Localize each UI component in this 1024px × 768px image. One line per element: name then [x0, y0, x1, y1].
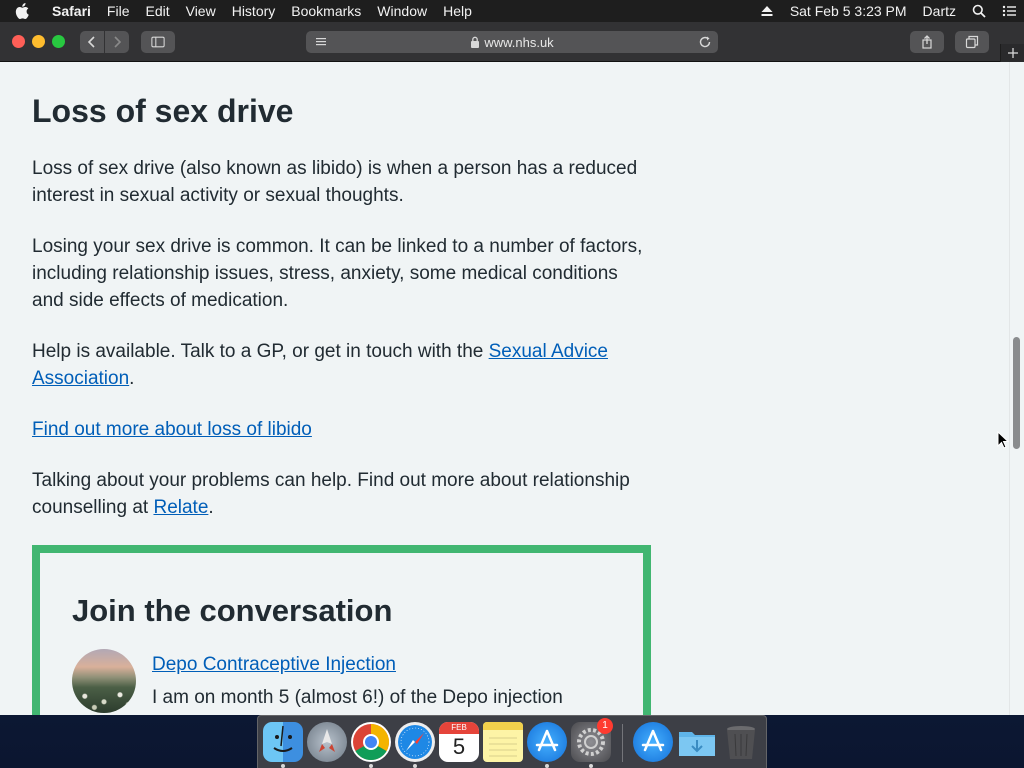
chrome-icon[interactable]	[351, 722, 391, 762]
settings-badge: 1	[597, 718, 613, 734]
web-page: Loss of sex drive Loss of sex drive (als…	[0, 62, 1024, 715]
relate-link[interactable]: Relate	[153, 497, 208, 518]
downloads-folder-icon[interactable]	[677, 722, 717, 762]
help-text-end: .	[129, 368, 135, 389]
eject-icon[interactable]	[752, 4, 782, 18]
app-store-icon[interactable]	[527, 722, 567, 762]
menu-clock[interactable]: Sat Feb 5 3:23 PM	[782, 3, 915, 19]
url-text: www.nhs.uk	[484, 34, 554, 50]
calendar-month: FEB	[439, 722, 479, 734]
paragraph-help: Help is available. Talk to a GP, or get …	[32, 338, 644, 392]
tabs-icon	[965, 35, 979, 49]
conversation-heading: Join the conversation	[72, 593, 393, 628]
finder-icon[interactable]	[263, 722, 303, 762]
menu-edit[interactable]: Edit	[137, 0, 177, 22]
menu-bar: Safari File Edit View History Bookmarks …	[0, 0, 1024, 22]
paragraph-counselling: Talking about your problems can help. Fi…	[32, 467, 644, 521]
scrollbar-thumb[interactable]	[1013, 337, 1020, 449]
new-tab-button[interactable]	[1000, 44, 1024, 62]
find-out-more-libido-link[interactable]: Find out more about loss of libido	[32, 419, 312, 440]
forward-button[interactable]	[105, 31, 129, 53]
menu-app-name[interactable]: Safari	[44, 0, 99, 22]
calendar-day: 5	[452, 734, 466, 759]
spotlight-search-icon[interactable]	[964, 4, 994, 18]
menu-user[interactable]: Dartz	[915, 3, 964, 19]
reader-view-icon[interactable]	[314, 35, 328, 49]
conversation-avatar	[72, 649, 136, 713]
apple-menu-icon[interactable]	[0, 3, 44, 19]
sidebar-icon	[151, 36, 165, 48]
browser-toolbar: www.nhs.uk	[0, 22, 1024, 62]
safari-icon[interactable]	[395, 722, 435, 762]
chevron-right-icon	[114, 36, 122, 48]
share-button[interactable]	[910, 31, 944, 53]
reload-icon[interactable]	[698, 35, 712, 49]
window-fullscreen-button[interactable]	[52, 35, 65, 48]
calendar-icon[interactable]: FEB 5	[439, 722, 479, 762]
menu-help[interactable]: Help	[435, 0, 480, 22]
paragraph-more: Find out more about loss of libido	[32, 416, 644, 443]
launchpad-icon[interactable]	[307, 722, 347, 762]
section-heading: Loss of sex drive	[32, 93, 294, 129]
notes-icon[interactable]	[483, 722, 523, 762]
share-icon	[922, 35, 932, 49]
window-minimize-button[interactable]	[32, 35, 45, 48]
address-bar[interactable]: www.nhs.uk	[306, 31, 718, 53]
menu-file[interactable]: File	[99, 0, 138, 22]
join-conversation-panel: Join the conversation Depo Contraceptive…	[32, 545, 651, 715]
app-store-downloads-icon[interactable]	[633, 722, 673, 762]
chevron-left-icon	[87, 36, 95, 48]
plus-icon	[1007, 48, 1018, 58]
sidebar-toggle-button[interactable]	[141, 31, 175, 53]
counselling-text: Talking about your problems can help. Fi…	[32, 470, 630, 518]
menu-window[interactable]: Window	[369, 0, 435, 22]
notification-center-icon[interactable]	[994, 4, 1024, 18]
back-button[interactable]	[80, 31, 104, 53]
tab-overview-button[interactable]	[955, 31, 989, 53]
window-close-button[interactable]	[12, 35, 25, 48]
paragraph-definition: Loss of sex drive (also known as libido)…	[32, 158, 638, 206]
dock-separator	[622, 724, 623, 762]
menu-history[interactable]: History	[224, 0, 284, 22]
menu-bookmarks[interactable]: Bookmarks	[283, 0, 369, 22]
counselling-text-end: .	[208, 497, 214, 518]
menu-view[interactable]: View	[178, 0, 224, 22]
trash-icon[interactable]	[721, 722, 761, 762]
dock: FEB 5 1	[257, 715, 767, 768]
conversation-excerpt: I am on month 5 (almost 6!) of the Depo …	[152, 687, 563, 708]
paragraph-causes: Losing your sex drive is common. It can …	[32, 236, 643, 311]
conversation-post-link[interactable]: Depo Contraceptive Injection	[152, 651, 396, 678]
lock-icon	[471, 36, 480, 48]
help-text: Help is available. Talk to a GP, or get …	[32, 341, 489, 362]
mouse-cursor-icon	[997, 431, 1009, 449]
